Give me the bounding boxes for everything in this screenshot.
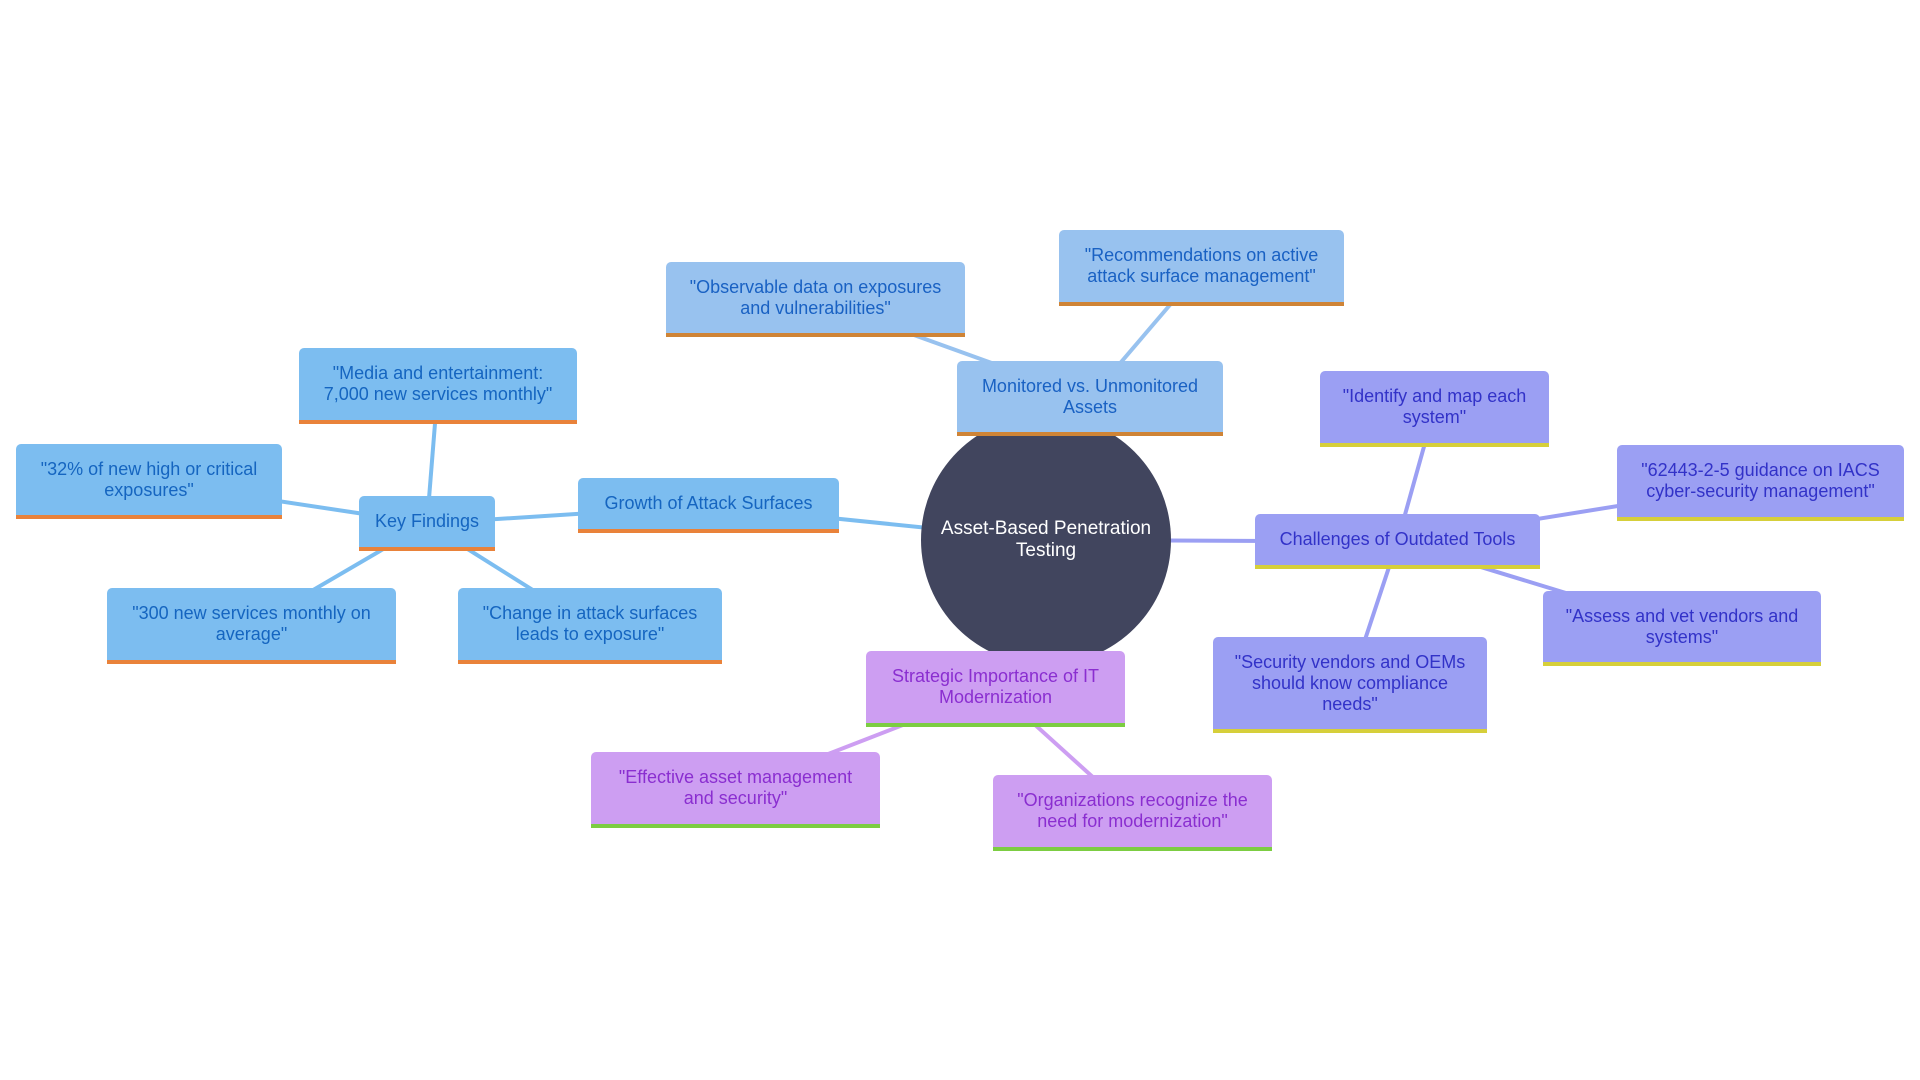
node-label: Key Findings xyxy=(374,511,480,531)
node-300-new-services[interactable]: "300 new services monthly on average" xyxy=(107,588,396,664)
node-label: Monitored vs. Unmonitored Assets xyxy=(981,375,1199,417)
node-effective-asset-management[interactable]: "Effective asset management and security… xyxy=(591,752,880,828)
node-security-vendors-oems[interactable]: "Security vendors and OEMs should know c… xyxy=(1213,637,1487,733)
node-label: "300 new services monthly on average" xyxy=(132,603,371,644)
node-label: "Assess and vet vendors and systems" xyxy=(1565,605,1799,647)
node-challenges-outdated-tools[interactable]: Challenges of Outdated Tools xyxy=(1255,514,1540,569)
node-observable-data[interactable]: "Observable data on exposures and vulner… xyxy=(666,262,965,337)
node-label: "Change in attack surfaces leads to expo… xyxy=(482,603,698,644)
node-change-in-attack-surfaces[interactable]: "Change in attack surfaces leads to expo… xyxy=(458,588,722,664)
node-label: "Media and entertainment: 7,000 new serv… xyxy=(323,363,553,404)
node-key-findings[interactable]: Key Findings xyxy=(359,496,495,551)
node-label: "Identify and map each system" xyxy=(1342,386,1527,427)
node-label: "32% of new high or critical exposures" xyxy=(40,458,258,500)
root-node[interactable]: Asset-Based Penetration Testing xyxy=(921,415,1171,665)
node-media-entertainment[interactable]: "Media and entertainment: 7,000 new serv… xyxy=(299,348,577,424)
node-label: "Observable data on exposures and vulner… xyxy=(689,276,942,318)
node-label: "Security vendors and OEMs should know c… xyxy=(1234,651,1466,714)
node-strategic-importance[interactable]: Strategic Importance of IT Modernization xyxy=(866,651,1125,727)
node-label: "62443-2-5 guidance on IACS cyber-securi… xyxy=(1641,460,1880,501)
node-organizations-recognize[interactable]: "Organizations recognize the need for mo… xyxy=(993,775,1272,851)
node-label: Strategic Importance of IT Modernization xyxy=(891,666,1100,707)
node-62443-guidance[interactable]: "62443-2-5 guidance on IACS cyber-securi… xyxy=(1617,445,1904,521)
node-identify-map-system[interactable]: "Identify and map each system" xyxy=(1320,371,1549,447)
node-label: Challenges of Outdated Tools xyxy=(1279,529,1516,549)
node-recommendations[interactable]: "Recommendations on active attack surfac… xyxy=(1059,230,1344,306)
node-growth-of-attack-surfaces[interactable]: Growth of Attack Surfaces xyxy=(578,478,839,533)
root-label: Asset-Based Penetration Testing xyxy=(940,518,1152,561)
node-label: Growth of Attack Surfaces xyxy=(604,493,813,513)
node-monitored-vs-unmonitored[interactable]: Monitored vs. Unmonitored Assets xyxy=(957,361,1223,436)
node-32-percent-exposures[interactable]: "32% of new high or critical exposures" xyxy=(16,444,282,519)
node-assess-vet-vendors[interactable]: "Assess and vet vendors and systems" xyxy=(1543,591,1821,666)
node-label: "Effective asset management and security… xyxy=(618,767,853,808)
node-label: "Recommendations on active attack surfac… xyxy=(1084,245,1319,286)
node-label: "Organizations recognize the need for mo… xyxy=(1017,790,1248,831)
